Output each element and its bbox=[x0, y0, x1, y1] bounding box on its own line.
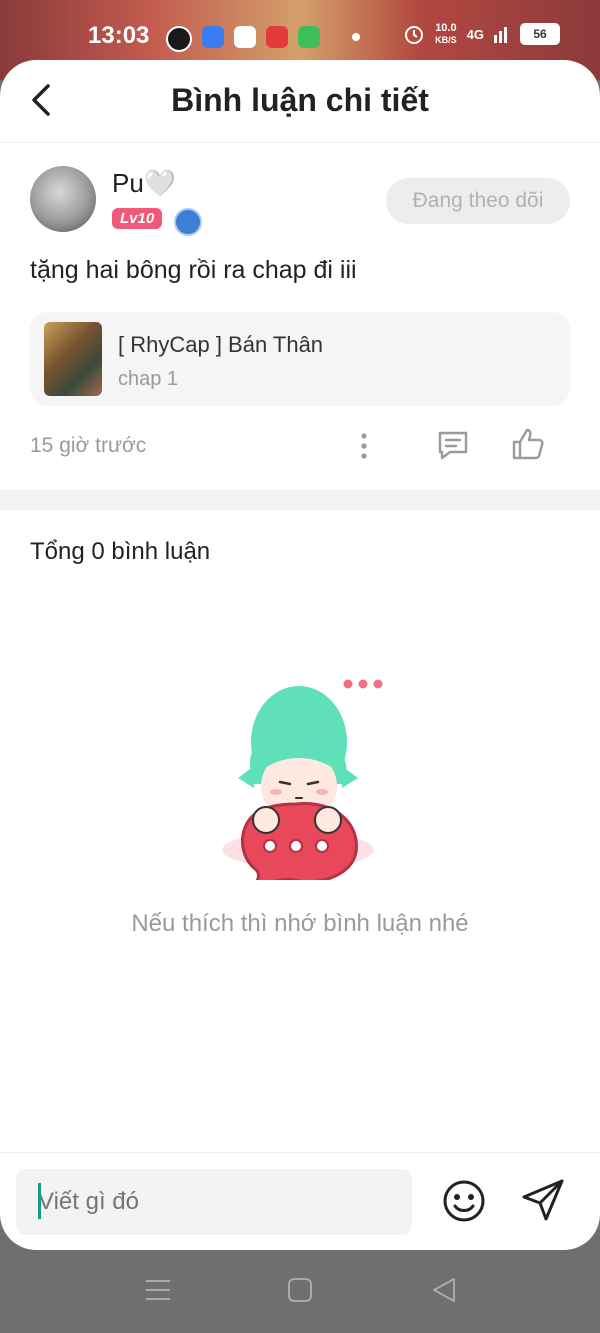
following-button[interactable]: Đang theo dõi bbox=[386, 178, 570, 224]
like-icon[interactable] bbox=[510, 426, 546, 462]
back-nav-icon[interactable] bbox=[430, 1276, 458, 1304]
network-type: 4G bbox=[466, 26, 484, 42]
net-speed-unit: KB/S bbox=[435, 35, 457, 45]
chapter-thumbnail bbox=[44, 322, 102, 396]
empty-message: Nếu thích thì nhớ bình luận nhé bbox=[131, 910, 469, 937]
empty-comments-illustration bbox=[222, 679, 383, 880]
dot-icon bbox=[352, 33, 360, 41]
send-icon[interactable] bbox=[520, 1177, 566, 1223]
message-icon bbox=[298, 26, 320, 48]
text-caret bbox=[38, 1183, 41, 1219]
more-icon[interactable] bbox=[352, 430, 376, 462]
chapter-sub: chap 1 bbox=[118, 368, 179, 390]
header: Bình luận chi tiết bbox=[0, 60, 600, 143]
menu-icon[interactable] bbox=[144, 1276, 172, 1304]
status-time: 13:03 bbox=[88, 22, 150, 49]
shop-icon bbox=[234, 26, 256, 48]
username[interactable]: Pu🤍 bbox=[112, 168, 176, 199]
battery: 56 bbox=[520, 23, 560, 45]
system-nav-bar bbox=[0, 1250, 600, 1333]
comment-icon[interactable] bbox=[436, 428, 470, 462]
chapter-name: [ RhyCap ] Bán Thân bbox=[118, 332, 324, 357]
status-right: 10.0 KB/S 4G 56 bbox=[403, 22, 560, 46]
rank-badge-icon bbox=[174, 208, 202, 236]
notification-icons bbox=[166, 26, 360, 52]
detail-sheet: Bình luận chi tiết Pu🤍 Lv10 Đang theo dõ… bbox=[0, 60, 600, 1250]
comment-input[interactable] bbox=[16, 1169, 412, 1235]
post-content: tặng hai bông rồi ra chap đi iii bbox=[30, 256, 357, 284]
app-icon bbox=[166, 26, 192, 52]
home-icon[interactable] bbox=[286, 1276, 314, 1304]
net-speed: 10.0 KB/S bbox=[435, 22, 457, 46]
avatar[interactable] bbox=[30, 166, 96, 232]
emoji-icon[interactable] bbox=[442, 1179, 486, 1223]
comment-total: Tổng 0 bình luận bbox=[30, 538, 211, 565]
page-title: Bình luận chi tiết bbox=[171, 82, 429, 118]
video-icon bbox=[266, 26, 288, 48]
chapter-card[interactable]: [ RhyCap ] Bán Thân chap 1 bbox=[30, 312, 570, 406]
app-icon bbox=[202, 26, 224, 48]
level-badge: Lv10 bbox=[112, 208, 163, 229]
alarm-icon bbox=[405, 26, 424, 44]
signal-icon bbox=[494, 27, 507, 43]
comment-composer bbox=[0, 1152, 600, 1250]
section-divider bbox=[0, 490, 600, 510]
net-speed-value: 10.0 bbox=[435, 22, 457, 34]
post-time: 15 giờ trước bbox=[30, 434, 147, 457]
